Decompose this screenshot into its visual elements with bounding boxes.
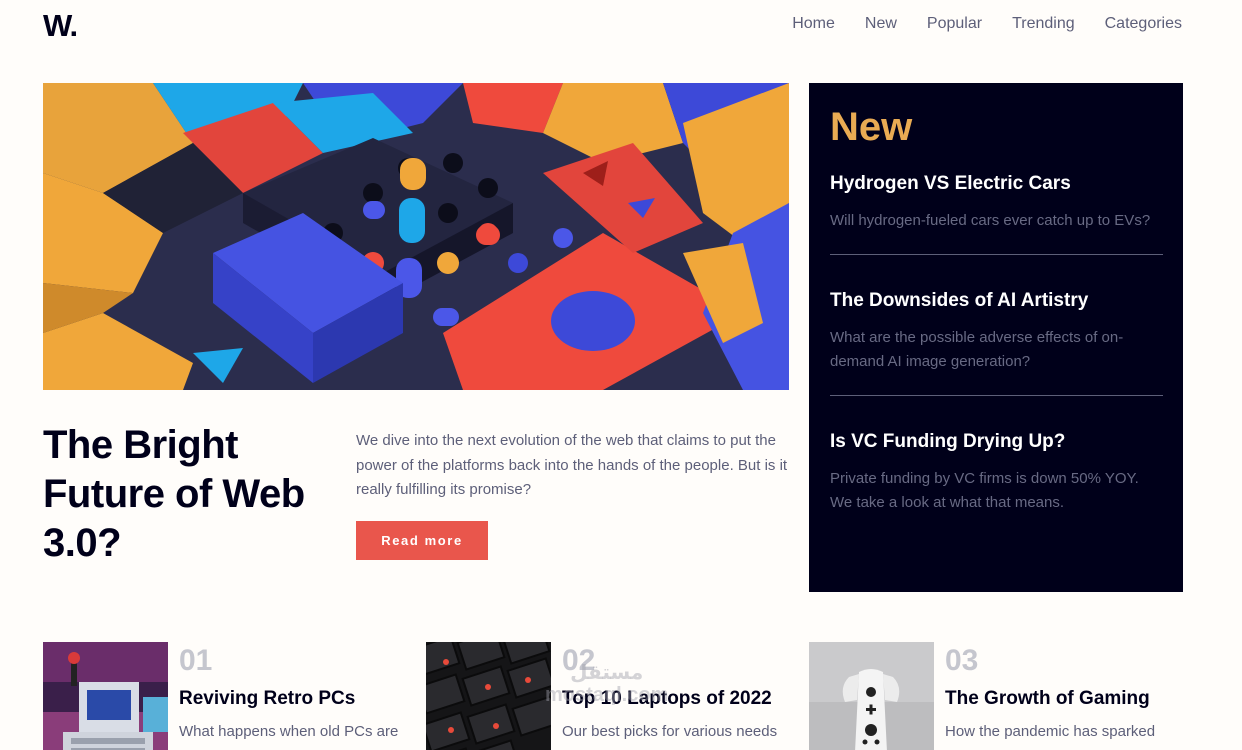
trending-item: 02 Top 10 Laptops of 2022 Our best picks…: [426, 642, 806, 750]
trending-item: 01 Reviving Retro PCs What happens when …: [43, 642, 423, 750]
new-item: Is VC Funding Drying Up? Private funding…: [830, 430, 1163, 515]
new-item-title[interactable]: Hydrogen VS Electric Cars: [830, 172, 1163, 196]
new-item-description: Private funding by VC firms is down 50% …: [830, 470, 1139, 511]
retro-pc-thumbnail[interactable]: [43, 642, 168, 750]
nav-home[interactable]: Home: [792, 15, 835, 33]
game-controller-thumbnail[interactable]: [809, 642, 934, 750]
hero-description: We dive into the next evolution of the w…: [356, 432, 788, 498]
new-item-description: What are the possible adverse effects of…: [830, 329, 1124, 370]
new-item-title[interactable]: The Downsides of AI Artistry: [830, 289, 1163, 313]
trending-description: What happens when old PCs are: [179, 723, 399, 740]
trending-title[interactable]: The Growth of Gaming: [945, 688, 1150, 710]
trending-number: 01: [179, 644, 213, 677]
nav-popular[interactable]: Popular: [927, 15, 982, 33]
new-item: The Downsides of AI Artistry What are th…: [830, 289, 1163, 374]
read-more-button[interactable]: Read more: [356, 521, 488, 560]
trending-title[interactable]: Top 10 Laptops of 2022: [562, 688, 772, 710]
trending-description: How the pandemic has sparked: [945, 723, 1156, 740]
hero-image: [43, 83, 789, 390]
trending-item: 03 The Growth of Gaming How the pandemic…: [809, 642, 1189, 750]
new-panel: New Hydrogen VS Electric Cars Will hydro…: [809, 83, 1183, 592]
site-logo[interactable]: W.: [43, 8, 78, 44]
laptop-keyboard-thumbnail[interactable]: [426, 642, 551, 750]
trending-description: Our best picks for various needs: [562, 723, 778, 740]
nav-categories[interactable]: Categories: [1105, 15, 1182, 33]
new-item-title[interactable]: Is VC Funding Drying Up?: [830, 430, 1163, 454]
divider: [830, 395, 1163, 396]
new-item-description: Will hydrogen-fueled cars ever catch up …: [830, 212, 1151, 229]
nav-trending[interactable]: Trending: [1012, 15, 1075, 33]
main-nav: Home New Popular Trending Categories: [792, 15, 1182, 33]
trending-number: 03: [945, 644, 979, 677]
new-panel-heading: New: [830, 105, 913, 149]
nav-new[interactable]: New: [865, 15, 897, 33]
hero-title: The Bright Future of Web 3.0?: [43, 423, 305, 565]
new-item: Hydrogen VS Electric Cars Will hydrogen-…: [830, 172, 1163, 233]
trending-number: 02: [562, 644, 596, 677]
trending-title[interactable]: Reviving Retro PCs: [179, 688, 355, 710]
divider: [830, 254, 1163, 255]
